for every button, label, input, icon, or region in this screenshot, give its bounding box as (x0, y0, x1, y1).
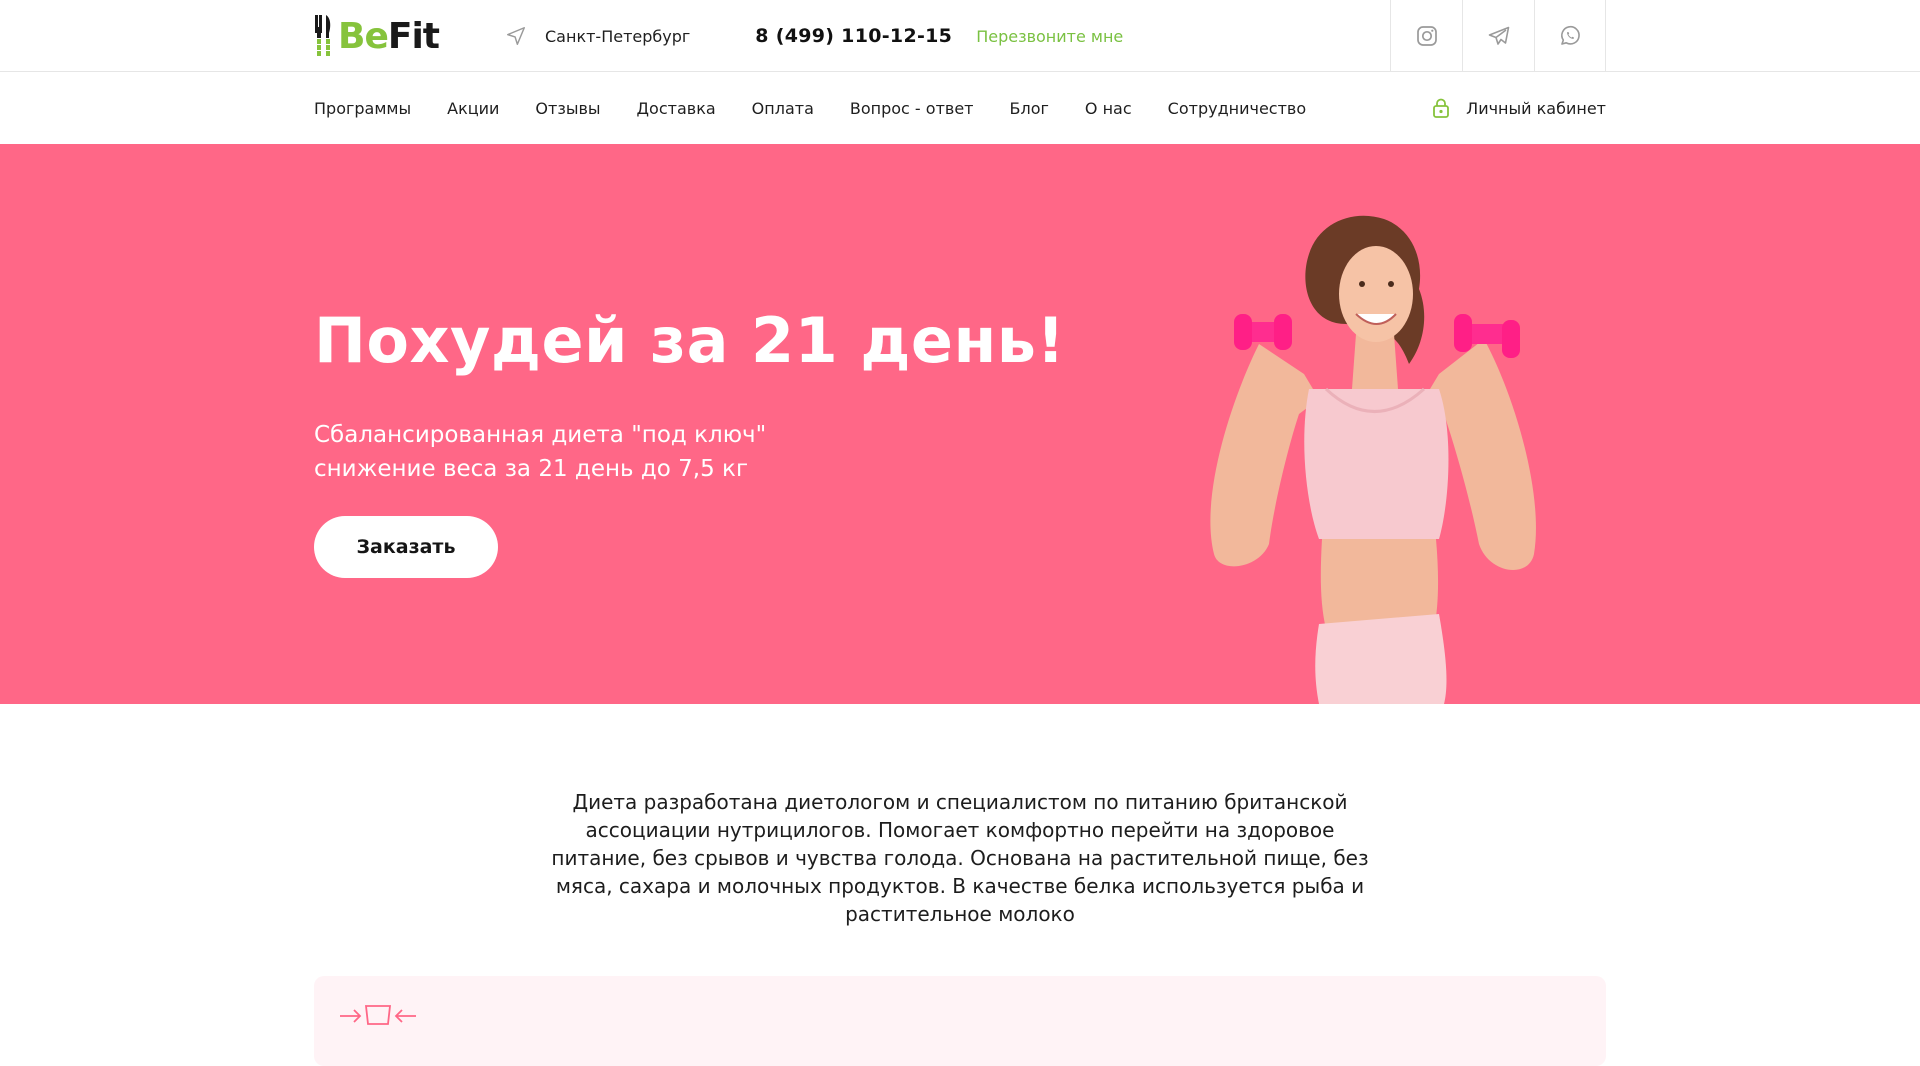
account-label: Личный кабинет (1466, 98, 1606, 118)
nav-item-promotions[interactable]: Акции (447, 99, 499, 118)
nav-item-payment[interactable]: Оплата (752, 99, 814, 118)
account-link[interactable]: Личный кабинет (1430, 97, 1606, 119)
nav-item-programs[interactable]: Программы (314, 99, 411, 118)
city-label: Санкт-Петербург (545, 26, 691, 46)
nav-list: Программы Акции Отзывы Доставка Оплата В… (314, 99, 1306, 118)
logo[interactable]: BeFit (314, 15, 440, 57)
hero-subtitle-line-1: Сбалансированная диета "под ключ" (314, 422, 767, 448)
phone-link[interactable]: 8 (499) 110-12-15 (755, 25, 952, 47)
nav-item-reviews[interactable]: Отзывы (535, 99, 600, 118)
hero-banner: Похудей за 21 день! Сбалансированная дие… (0, 144, 1920, 704)
instagram-button[interactable] (1390, 0, 1462, 72)
callback-link[interactable]: Перезвоните мне (976, 27, 1123, 46)
whatsapp-icon (1561, 25, 1580, 45)
left-dumbbell (1234, 314, 1292, 350)
nav-item-about[interactable]: О нас (1085, 99, 1132, 118)
about-section: Диета разработана диетологом и специалис… (0, 704, 1920, 928)
nav-item-cooperation[interactable]: Сотрудничество (1168, 99, 1306, 118)
social-links (1390, 0, 1606, 72)
main-nav: Программы Акции Отзывы Доставка Оплата В… (0, 72, 1920, 144)
hero-title: Похудей за 21 день! (314, 304, 1066, 377)
order-button[interactable]: Заказать (314, 516, 498, 578)
location-arrow-icon (507, 27, 525, 45)
lock-icon (1433, 98, 1450, 118)
telegram-icon (1488, 26, 1509, 45)
logo-text-be: Be (338, 15, 389, 57)
fitness-woman-image (1210, 215, 1536, 704)
nav-item-blog[interactable]: Блог (1010, 99, 1049, 118)
measurement-waist-icon (340, 1005, 416, 1025)
top-header: BeFit Санкт-Петербург 8 (499) 110-12-15 … (0, 0, 1920, 72)
feature-card (314, 976, 1606, 1066)
hero-subtitle-line-2: снижение веса за 21 день до 7,5 кг (314, 456, 749, 482)
instagram-icon (1416, 26, 1437, 46)
city-selector[interactable]: Санкт-Петербург (505, 25, 690, 47)
telegram-button[interactable] (1462, 0, 1534, 72)
about-text: Диета разработана диетологом и специалис… (551, 790, 1369, 926)
hero-subtitle: Сбалансированная диета "под ключ" снижен… (314, 418, 766, 486)
fork-knife-logo-icon (315, 15, 331, 56)
nav-item-delivery[interactable]: Доставка (637, 99, 716, 118)
logo-wordmark: BeFit (338, 15, 440, 57)
logo-text-fit: Fit (387, 15, 440, 57)
whatsapp-button[interactable] (1534, 0, 1606, 72)
nav-item-faq[interactable]: Вопрос - ответ (850, 99, 974, 118)
